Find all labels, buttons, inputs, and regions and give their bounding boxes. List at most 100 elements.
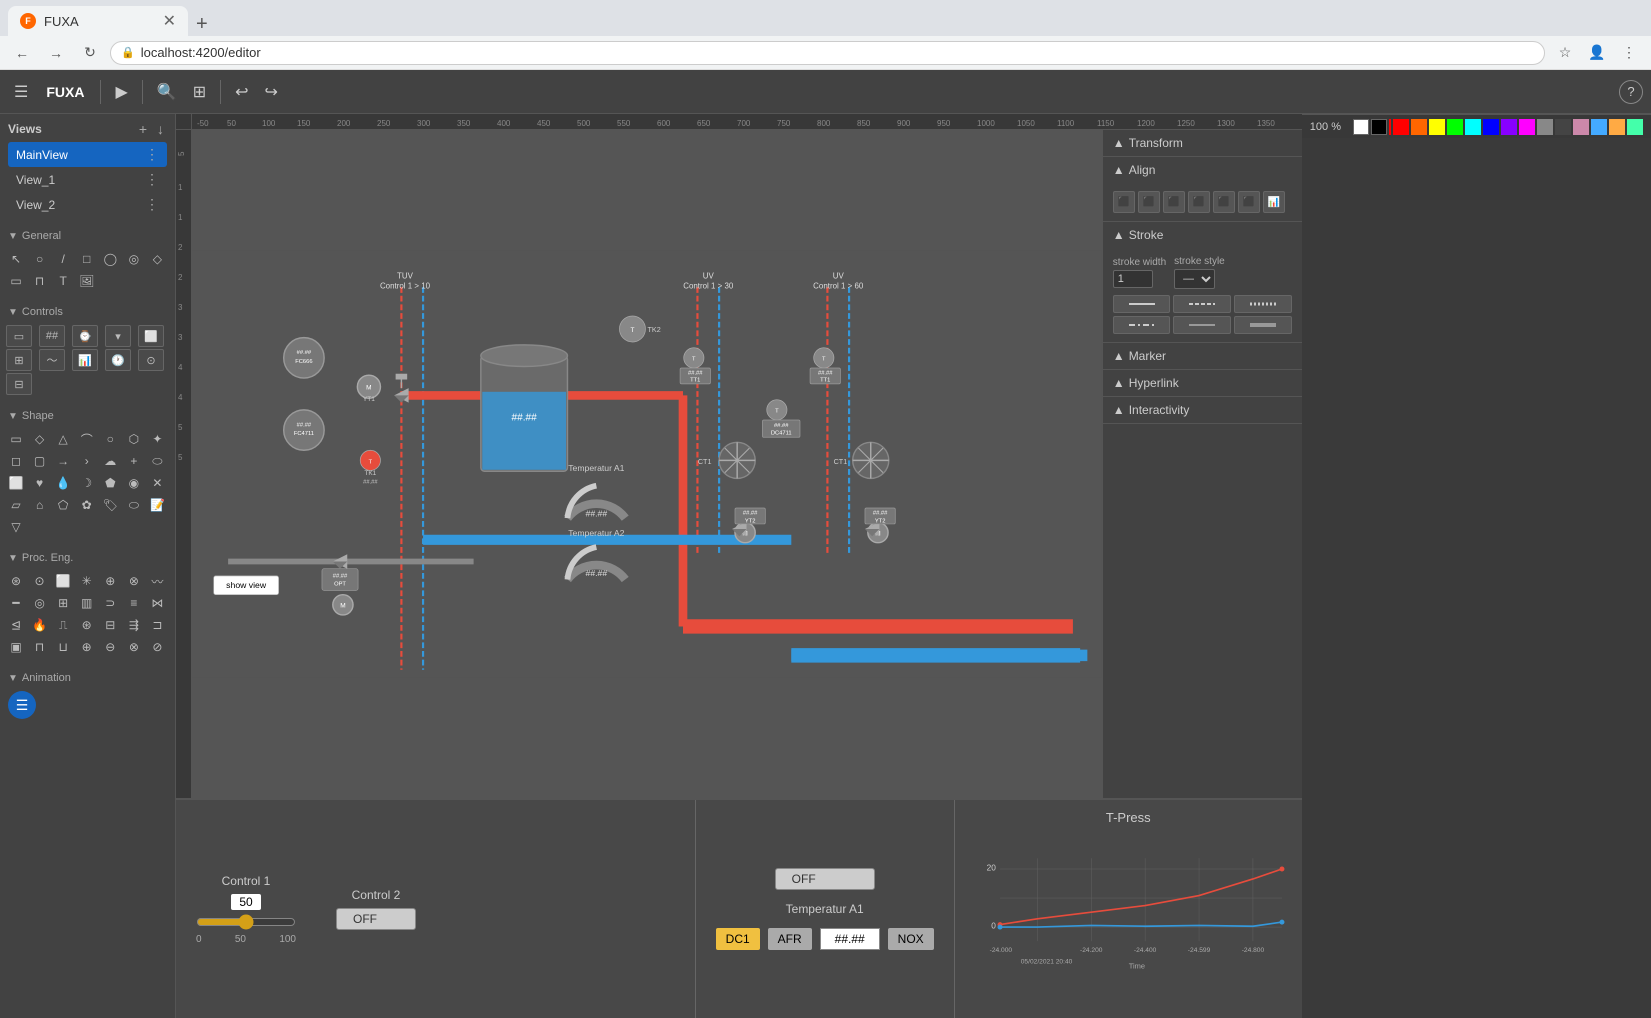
undo-button[interactable]: ↩ bbox=[229, 78, 254, 106]
view-more-view2[interactable]: ⋮ bbox=[145, 196, 159, 213]
sidebar-toggle-button[interactable]: ☰ bbox=[8, 78, 34, 106]
shape-plus-icon[interactable]: + bbox=[124, 451, 144, 471]
align-left-icon[interactable]: ⬛ bbox=[1113, 191, 1135, 213]
shape-tri2-icon[interactable]: ▽ bbox=[6, 517, 26, 537]
browser-tab[interactable]: F FUXA ✕ bbox=[8, 6, 188, 36]
pe-heat-icon[interactable]: 〰 bbox=[147, 571, 167, 591]
rect2-tool-icon[interactable]: ▭ bbox=[6, 271, 26, 291]
pe-tank-icon[interactable]: ⬜ bbox=[53, 571, 73, 591]
pe-extra6-icon[interactable]: ⊖ bbox=[100, 637, 120, 657]
pipe-tool-icon[interactable]: ⊓ bbox=[30, 271, 50, 291]
pe-filter-icon[interactable]: ▥ bbox=[77, 593, 97, 613]
color-swatch-cyan[interactable] bbox=[1465, 119, 1481, 135]
align-top-icon[interactable]: ⬛ bbox=[1188, 191, 1210, 213]
ctrl-hash-icon[interactable]: ## bbox=[39, 325, 65, 347]
align-center-h-icon[interactable]: ⬛ bbox=[1138, 191, 1160, 213]
main-canvas[interactable]: TUV Control 1 > 10 UV Control 1 > 30 UV … bbox=[192, 130, 1102, 798]
shape-hex-icon[interactable]: ⬡ bbox=[124, 429, 144, 449]
nox-button[interactable]: NOX bbox=[888, 928, 934, 950]
off-toggle-button[interactable]: OFF bbox=[775, 868, 875, 890]
shape-trap-icon[interactable]: ⌂ bbox=[30, 495, 50, 515]
profile-button[interactable]: 👤 bbox=[1583, 39, 1611, 67]
ctrl-clock-icon[interactable]: 🕐 bbox=[105, 349, 131, 371]
color-swatch-orange[interactable] bbox=[1411, 119, 1427, 135]
diamond-tool-icon[interactable]: ◇ bbox=[147, 249, 167, 269]
general-header[interactable]: ▼ General bbox=[0, 227, 175, 245]
color-swatch-lightorange[interactable] bbox=[1609, 119, 1625, 135]
align-header[interactable]: ▲ Align bbox=[1103, 157, 1302, 183]
shape-circle-icon[interactable]: ○ bbox=[100, 429, 120, 449]
color-swatch-magenta[interactable] bbox=[1519, 119, 1535, 135]
help-button[interactable]: ? bbox=[1619, 80, 1643, 104]
menu-button[interactable]: ⋮ bbox=[1615, 39, 1643, 67]
stroke-width-input[interactable] bbox=[1113, 270, 1153, 288]
shape-moon-icon[interactable]: ☽ bbox=[77, 473, 97, 493]
view-item-view1[interactable]: View_1 ⋮ bbox=[8, 167, 167, 192]
tab-close-button[interactable]: ✕ bbox=[163, 11, 176, 31]
align-bottom-icon[interactable]: ⬛ bbox=[1238, 191, 1260, 213]
shape-cylinder-icon[interactable]: ⬭ bbox=[124, 495, 144, 515]
rect-tool-icon[interactable]: □ bbox=[77, 249, 97, 269]
align-center-v-icon[interactable]: ⬛ bbox=[1213, 191, 1235, 213]
hyperlink-header[interactable]: ▲ Hyperlink bbox=[1103, 370, 1302, 396]
redo-button[interactable]: ↪ bbox=[259, 78, 284, 106]
pe-level-icon[interactable]: ≡ bbox=[124, 593, 144, 613]
pe-extra8-icon[interactable]: ⊘ bbox=[147, 637, 167, 657]
view-item-view2[interactable]: View_2 ⋮ bbox=[8, 192, 167, 217]
pe-fan-icon[interactable]: ✳ bbox=[77, 571, 97, 591]
shape-penta-icon[interactable]: ⬠ bbox=[53, 495, 73, 515]
ctrl-dropdown-icon[interactable]: ▾ bbox=[105, 325, 131, 347]
shape-star-icon[interactable]: ✦ bbox=[147, 429, 167, 449]
line-tool-icon[interactable]: / bbox=[53, 249, 73, 269]
stroke-preset-4[interactable] bbox=[1113, 316, 1171, 334]
pe-column-icon[interactable]: ⎍ bbox=[53, 615, 73, 635]
color-swatch-tan[interactable] bbox=[1573, 119, 1589, 135]
ctrl-table-icon[interactable]: ⊞ bbox=[6, 349, 32, 371]
control1-slider[interactable] bbox=[196, 914, 296, 930]
control2-toggle-button[interactable]: OFF bbox=[336, 908, 416, 930]
shape-tag-icon[interactable]: 🏷 bbox=[100, 495, 120, 515]
pe-extra7-icon[interactable]: ⊗ bbox=[124, 637, 144, 657]
pe-ctrl-icon[interactable]: ⊟ bbox=[100, 615, 120, 635]
transform-header[interactable]: ▲ Transform bbox=[1103, 130, 1302, 156]
circle-tool-icon[interactable]: ○ bbox=[30, 249, 50, 269]
animation-header[interactable]: ▼ Animation bbox=[0, 669, 175, 687]
ctrl-knob-icon[interactable]: ⊙ bbox=[138, 349, 164, 371]
bookmark-button[interactable]: ☆ bbox=[1551, 39, 1579, 67]
white-swatch[interactable] bbox=[1353, 119, 1369, 135]
pe-extra1-icon[interactable]: ⊐ bbox=[147, 615, 167, 635]
shape-rect-icon[interactable]: ▭ bbox=[6, 429, 26, 449]
add-view-button[interactable]: + bbox=[136, 120, 150, 138]
shape-arrow-icon[interactable]: → bbox=[53, 451, 73, 471]
color-swatch-yellow[interactable] bbox=[1429, 119, 1445, 135]
ellipse-tool-icon[interactable]: ◯ bbox=[100, 249, 120, 269]
shape-para-icon[interactable]: ▱ bbox=[6, 495, 26, 515]
pe-comp-icon[interactable]: ⊞ bbox=[53, 593, 73, 613]
forward-button[interactable]: → bbox=[42, 39, 70, 67]
align-right-icon[interactable]: ⬛ bbox=[1163, 191, 1185, 213]
refresh-button[interactable]: ↻ bbox=[76, 39, 104, 67]
ctrl-wave-icon[interactable]: 〜 bbox=[39, 349, 65, 371]
shape-chevron-icon[interactable]: › bbox=[77, 451, 97, 471]
color-swatch-lightblue[interactable] bbox=[1591, 119, 1607, 135]
pe-extra3-icon[interactable]: ⊓ bbox=[30, 637, 50, 657]
shape-heart-icon[interactable]: ♥ bbox=[30, 473, 50, 493]
new-tab-button[interactable]: + bbox=[188, 13, 216, 36]
color-swatch-mint[interactable] bbox=[1627, 119, 1643, 135]
marker-header[interactable]: ▲ Marker bbox=[1103, 343, 1302, 369]
stroke-preset-1[interactable] bbox=[1113, 295, 1171, 313]
stroke-preset-5[interactable] bbox=[1173, 316, 1231, 334]
shape-cross-icon[interactable]: ✕ bbox=[147, 473, 167, 493]
proc-eng-header[interactable]: ▼ Proc. Eng. bbox=[0, 549, 175, 567]
zoom-button[interactable]: 🔍 bbox=[151, 78, 183, 106]
ctrl-rect-icon[interactable]: ▭ bbox=[6, 325, 32, 347]
pe-drum-icon[interactable]: ⊃ bbox=[100, 593, 120, 613]
color-swatch-blue[interactable] bbox=[1483, 119, 1499, 135]
stroke-style-select[interactable]: — - - ··· bbox=[1174, 269, 1215, 289]
ctrl-toggle-icon[interactable]: ⊟ bbox=[6, 373, 32, 395]
select-tool-icon[interactable]: ↖ bbox=[6, 249, 26, 269]
shape-frame-icon[interactable]: ⬜ bbox=[6, 473, 26, 493]
pe-gauge-icon[interactable]: ◎ bbox=[30, 593, 50, 613]
image-tool-icon[interactable]: 🖼 bbox=[77, 271, 97, 291]
pe-extra5-icon[interactable]: ⊕ bbox=[77, 637, 97, 657]
